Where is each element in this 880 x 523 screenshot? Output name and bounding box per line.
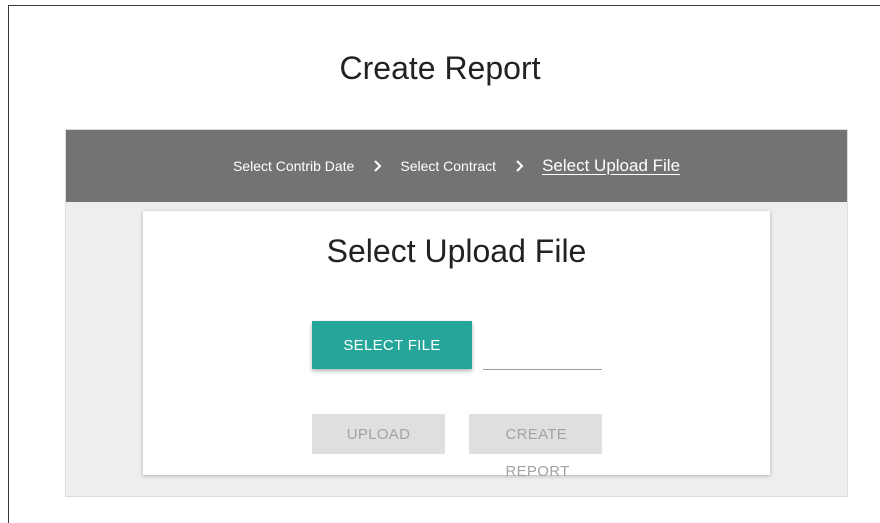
upload-button[interactable]: UPLOAD: [312, 414, 445, 454]
step-select-contract[interactable]: Select Contract: [400, 158, 496, 174]
select-file-button[interactable]: SELECT FILE: [312, 321, 472, 369]
stepper: Select Contrib Date Select Contract Sele…: [66, 130, 847, 202]
file-name-field[interactable]: [483, 341, 602, 370]
card-title: Select Upload File: [326, 233, 587, 269]
upload-card: Select Upload File SELECT FILE UPLOAD CR…: [143, 211, 770, 480]
create-report-label: CREATE REPORT: [505, 426, 570, 480]
step-select-contrib-date[interactable]: Select Contrib Date: [233, 158, 354, 174]
chevron-right-icon: [512, 159, 526, 173]
report-panel: Select Contrib Date Select Contract Sele…: [65, 129, 848, 497]
chevron-right-icon: [370, 159, 384, 173]
page-title: Create Report: [339, 50, 541, 86]
step-select-upload-file[interactable]: Select Upload File: [542, 156, 680, 176]
create-report-button[interactable]: CREATE REPORT: [469, 414, 602, 480]
